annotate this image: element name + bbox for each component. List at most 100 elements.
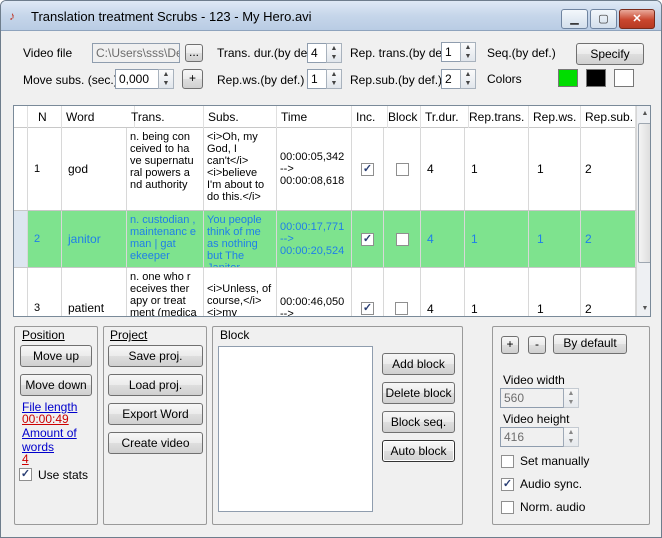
load-project-button[interactable]: Load proj.: [108, 374, 203, 396]
cell-subs[interactable]: <i>Oh, my God, I can't</i> <i>believe I'…: [204, 128, 277, 210]
save-project-button[interactable]: Save proj.: [108, 345, 203, 367]
grid-vertical-scrollbar[interactable]: ▲ ▼: [636, 106, 650, 316]
trans-dur-input[interactable]: 4: [307, 43, 327, 63]
audio-sync-checkbox[interactable]: ✓: [501, 478, 514, 491]
cell-n[interactable]: 1: [28, 128, 62, 210]
rep-ws-spinner[interactable]: ▲ ▼: [326, 69, 342, 89]
col-header-tr-dur[interactable]: Tr.dur.: [421, 106, 469, 128]
scroll-up-arrow-icon[interactable]: ▲: [637, 106, 650, 122]
block-seq-button[interactable]: Block seq.: [382, 411, 455, 433]
cell-block[interactable]: [384, 128, 421, 210]
move-up-button[interactable]: Move up: [20, 345, 92, 367]
col-header-word[interactable]: Word: [62, 106, 135, 128]
move-subs-plus-button[interactable]: +: [182, 69, 203, 89]
cell-subs[interactable]: You people think of me as nothing but Th…: [204, 211, 277, 267]
delete-block-button[interactable]: Delete block: [382, 382, 455, 404]
cell-rep-trans[interactable]: 1: [465, 211, 529, 267]
scroll-down-arrow-icon[interactable]: ▼: [637, 301, 650, 316]
col-header-inc[interactable]: Inc.: [352, 106, 388, 128]
cell-trans[interactable]: n. being con ceived to ha ve supernatu r…: [127, 128, 204, 210]
title-bar[interactable]: ♪ Translation treatment Scrubs - 123 - M…: [1, 1, 661, 31]
cell-subs[interactable]: <i>Unless, of course,</i> <i>my patient: [204, 268, 277, 316]
cell-n[interactable]: 3: [28, 268, 62, 316]
cell-n[interactable]: 2: [28, 211, 62, 267]
col-header-rep-sub[interactable]: Rep.sub.: [581, 106, 636, 128]
video-plus-button[interactable]: +: [501, 336, 519, 354]
rep-ws-input[interactable]: 1: [307, 69, 327, 89]
words-grid[interactable]: N Word Trans. Subs. Time Inc. Block Tr.d…: [13, 105, 651, 317]
cell-tr-dur[interactable]: 4: [421, 211, 465, 267]
set-manually-checkbox[interactable]: [501, 455, 514, 468]
inc-checkbox[interactable]: ✓: [361, 302, 374, 315]
table-row-selected[interactable]: 2 janitor n. custodian , maintenanc e ma…: [14, 211, 636, 268]
block-list[interactable]: [218, 346, 373, 512]
by-default-button[interactable]: By default: [553, 334, 627, 354]
video-minus-button[interactable]: -: [528, 336, 546, 354]
video-height-input[interactable]: 416: [500, 427, 564, 447]
video-width-spinner[interactable]: ▲ ▼: [563, 388, 579, 408]
col-header-rep-trans[interactable]: Rep.trans.: [465, 106, 529, 128]
cell-trans[interactable]: n. one who r eceives ther apy or treat m…: [127, 268, 204, 316]
move-subs-spinner[interactable]: ▲ ▼: [158, 69, 174, 89]
create-video-button[interactable]: Create video: [108, 432, 203, 454]
rep-sub-input[interactable]: 2: [441, 69, 461, 89]
video-file-field[interactable]: C:\Users\sss\De: [92, 43, 180, 63]
color-swatch-background[interactable]: [614, 69, 634, 87]
color-swatch-text[interactable]: [586, 69, 606, 87]
use-stats-checkbox[interactable]: ✓: [19, 468, 32, 481]
row-header[interactable]: [14, 211, 28, 267]
close-button[interactable]: ✕: [619, 9, 655, 29]
move-down-button[interactable]: Move down: [20, 374, 92, 396]
rep-sub-spinner[interactable]: ▲ ▼: [460, 69, 476, 89]
cell-tr-dur[interactable]: 4: [421, 128, 465, 210]
cell-rep-sub[interactable]: 2: [581, 211, 636, 267]
col-header-time[interactable]: Time: [277, 106, 352, 128]
trans-dur-spinner[interactable]: ▲ ▼: [326, 43, 342, 63]
cell-inc[interactable]: ✓: [352, 268, 384, 316]
inc-checkbox[interactable]: ✓: [361, 232, 374, 246]
table-row[interactable]: 1 god n. being con ceived to ha ve super…: [14, 128, 636, 211]
cell-rep-ws[interactable]: 1: [529, 211, 581, 267]
amount-of-words-label[interactable]: Amount of words: [22, 426, 92, 454]
cell-time[interactable]: 00:00:05,342 --> 00:00:08,618: [277, 128, 352, 210]
maximize-button[interactable]: ▢: [590, 9, 617, 29]
browse-button[interactable]: ...: [185, 44, 203, 62]
cell-rep-sub[interactable]: 2: [581, 268, 636, 316]
video-width-input[interactable]: 560: [500, 388, 564, 408]
cell-time[interactable]: 00:00:46,050 --> 00:00:48,250: [277, 268, 352, 316]
cell-block[interactable]: [384, 211, 421, 267]
block-checkbox[interactable]: [395, 232, 409, 246]
row-header[interactable]: [14, 268, 28, 316]
export-word-button[interactable]: Export Word: [108, 403, 203, 425]
col-header-trans[interactable]: Trans.: [127, 106, 204, 128]
norm-audio-checkbox[interactable]: [501, 501, 514, 514]
color-swatch-highlight[interactable]: [558, 69, 578, 87]
col-header-block[interactable]: Block: [384, 106, 421, 128]
cell-inc[interactable]: ✓: [352, 128, 384, 210]
rep-trans-input[interactable]: 1: [441, 42, 461, 62]
inc-checkbox[interactable]: ✓: [361, 162, 374, 176]
col-header-n[interactable]: N: [28, 106, 62, 128]
row-header[interactable]: [14, 128, 28, 210]
add-block-button[interactable]: Add block: [382, 353, 455, 375]
cell-trans[interactable]: n. custodian , maintenanc e man | gat ek…: [127, 211, 204, 267]
auto-block-button[interactable]: Auto block: [382, 440, 455, 462]
cell-rep-trans[interactable]: 1: [465, 128, 529, 210]
rep-trans-spinner[interactable]: ▲ ▼: [460, 42, 476, 62]
cell-inc[interactable]: ✓: [352, 211, 384, 267]
table-row[interactable]: 3 patient n. one who r eceives ther apy …: [14, 268, 636, 316]
cell-time[interactable]: 00:00:17,771 --> 00:00:20,524: [277, 211, 352, 267]
cell-word[interactable]: patient: [62, 268, 127, 316]
cell-rep-trans[interactable]: 1: [465, 268, 529, 316]
minimize-button[interactable]: ▁: [561, 9, 588, 29]
move-subs-input[interactable]: 0,000: [115, 69, 159, 89]
cell-rep-ws[interactable]: 1: [529, 128, 581, 210]
specify-button[interactable]: Specify: [576, 43, 644, 65]
cell-rep-sub[interactable]: 2: [581, 128, 636, 210]
block-checkbox[interactable]: [395, 302, 408, 315]
cell-word[interactable]: janitor: [62, 211, 127, 267]
cell-tr-dur[interactable]: 4: [421, 268, 465, 316]
block-checkbox[interactable]: [395, 162, 409, 176]
scroll-thumb[interactable]: [638, 123, 650, 263]
cell-word[interactable]: god: [62, 128, 127, 210]
